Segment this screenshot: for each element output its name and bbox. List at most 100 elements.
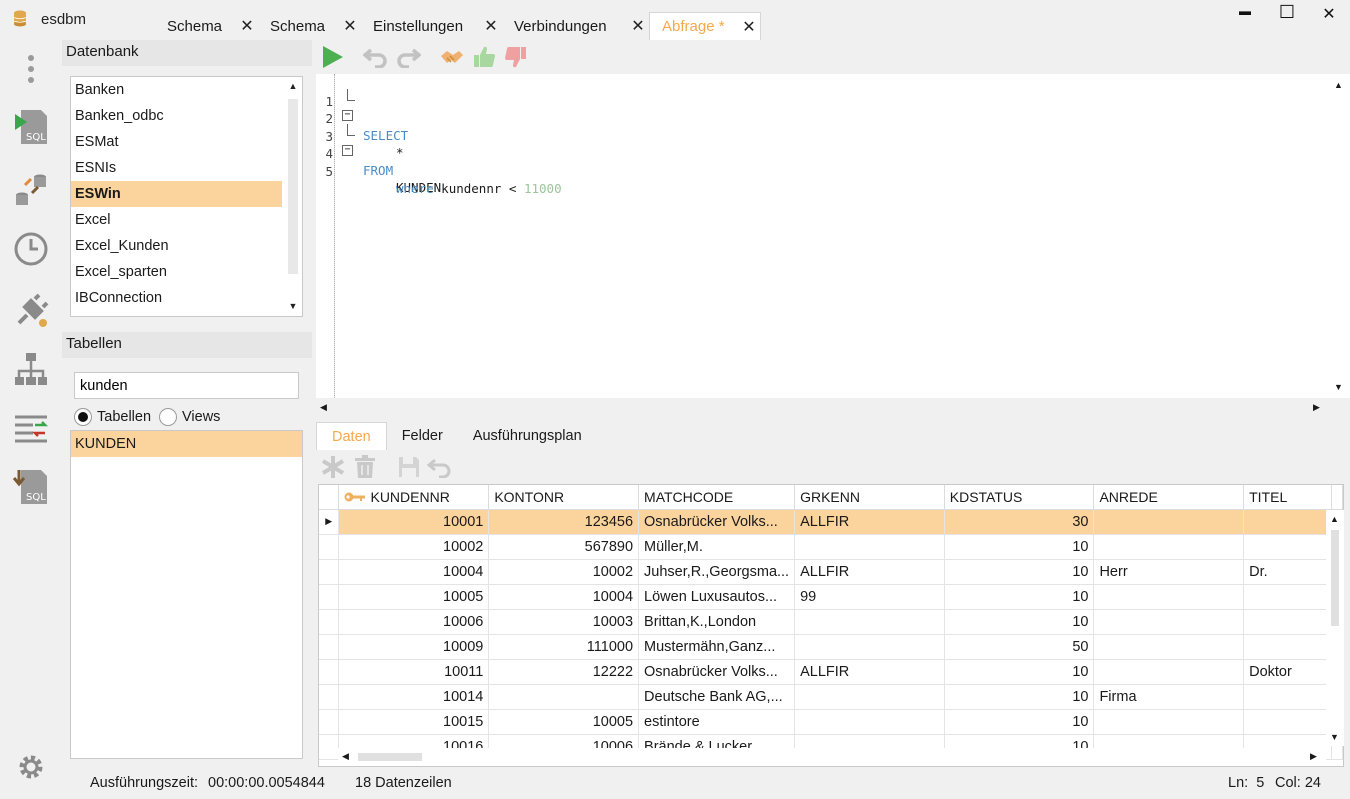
table-cell[interactable] [1093,659,1245,685]
maximize-button[interactable]: ☐ [1267,2,1307,26]
database-item[interactable]: ESMat [71,129,282,155]
table-cell[interactable]: ALLFIR [794,559,945,585]
table-cell[interactable]: Mustermähn,Ganz... [638,634,796,660]
close-icon[interactable]: ✕ [480,16,502,36]
table-cell[interactable]: Brittan,K.,London [638,609,796,635]
scroll-up-icon[interactable]: ▲ [287,81,299,93]
table-cell[interactable] [488,684,640,710]
editor-vertical-scrollbar[interactable]: ▲ ▼ [1330,74,1350,398]
column-header[interactable]: KUNDENNR [338,485,490,510]
database-item[interactable]: Excel_Kunden [71,233,282,259]
tab-schema-2[interactable]: Schema ✕ [258,12,361,40]
tab-einstellungen[interactable]: Einstellungen ✕ [361,12,502,40]
run-query-button[interactable] [318,44,346,70]
table-cell[interactable]: 123456 [488,509,640,535]
table-cell[interactable] [1243,534,1332,560]
redo-button[interactable] [394,44,422,70]
table-cell[interactable]: Deutsche Bank AG,... [638,684,796,710]
table-cell[interactable]: 10006 [338,609,490,635]
delete-row-icon[interactable] [351,454,379,480]
table-cell[interactable] [1093,534,1245,560]
scroll-left-icon[interactable]: ◀ [342,751,349,762]
table-cell[interactable] [1093,709,1245,735]
tab-felder[interactable]: Felder [387,422,458,450]
table-cell[interactable] [794,684,945,710]
scroll-up-icon[interactable]: ▲ [1334,80,1343,90]
handshake-icon[interactable] [438,44,466,70]
database-item[interactable]: IBConnection [71,285,282,311]
row-indicator[interactable] [319,659,340,685]
table-cell[interactable] [1093,509,1245,535]
table-cell[interactable]: Osnabrücker Volks... [638,509,796,535]
table-cell[interactable]: 111000 [488,634,640,660]
row-indicator[interactable] [319,609,340,635]
table-search-input[interactable] [74,372,299,399]
sql-editor[interactable]: 1 − SELECT 2 * 3 − FROM 4 KUNDEN 5 where… [316,74,1330,398]
column-header[interactable]: ANREDE [1093,485,1245,510]
table-cell[interactable]: 10 [944,709,1095,735]
table-item-kunden[interactable]: KUNDEN [71,431,302,457]
scroll-thumb[interactable] [288,99,298,274]
database-item[interactable]: ESNIs [71,155,282,181]
row-indicator[interactable] [319,584,340,610]
table-cell[interactable]: estintore [638,709,796,735]
thumbs-down-icon[interactable] [502,44,530,70]
table-row[interactable]: 10011 12222 Osnabrücker Volks... ALLFIR 10 Do… [319,659,1343,685]
clock-icon[interactable] [10,228,52,270]
table-cell[interactable]: 10014 [338,684,490,710]
grid-horizontal-scrollbar[interactable]: ◀ ▶ [338,748,1326,766]
table-cell[interactable]: 30 [944,509,1095,535]
table-cell[interactable] [1093,609,1245,635]
row-indicator[interactable] [319,709,340,735]
table-cell[interactable]: 50 [944,634,1095,660]
database-item[interactable]: Excel_sparten [71,259,282,285]
table-cell[interactable]: Herr [1093,559,1245,585]
table-row[interactable]: 10005 10004 Löwen Luxusautos... 99 10 [319,584,1343,610]
table-cell[interactable]: ALLFIR [794,509,945,535]
table-cell[interactable] [1243,634,1332,660]
table-cell[interactable]: ALLFIR [794,659,945,685]
table-cell[interactable]: 10011 [338,659,490,685]
add-row-icon[interactable] [319,454,347,480]
row-indicator[interactable] [319,634,340,660]
table-cell[interactable] [1243,509,1332,535]
row-indicator[interactable] [319,734,340,760]
tab-ausfuehrungsplan[interactable]: Ausführungsplan [458,422,597,450]
table-cell[interactable] [1093,634,1245,660]
table-cell[interactable] [794,609,945,635]
table-cell[interactable]: Doktor [1243,659,1332,685]
table-cell[interactable]: Löwen Luxusautos... [638,584,796,610]
row-indicator[interactable] [319,534,340,560]
compare-icon[interactable] [10,408,52,450]
scroll-right-icon[interactable]: ▶ [1310,751,1317,762]
column-header[interactable]: TITEL [1243,485,1332,510]
table-cell[interactable]: 10015 [338,709,490,735]
table-cell[interactable] [794,634,945,660]
table-row[interactable]: 10002 567890 Müller,M. 10 [319,534,1343,560]
close-icon[interactable]: ✕ [627,16,649,36]
database-list[interactable]: Banken Banken_odbc ESMat ESNIs ESWin Excel Exc… [70,76,303,317]
close-icon[interactable]: ✕ [339,16,361,36]
result-grid[interactable]: KUNDENNR KONTONR MATCHCODE GRKENN KDSTATUS AN… [318,484,1344,767]
table-cell[interactable]: 12222 [488,659,640,685]
grid-vertical-scrollbar[interactable]: ▲ ▼ [1326,510,1344,746]
sql-run-icon[interactable]: SQL [10,106,52,148]
tab-abfrage[interactable]: Abfrage * ✕ [649,12,761,40]
table-cell[interactable]: Firma [1093,684,1245,710]
table-cell[interactable]: 10 [944,534,1095,560]
row-indicator[interactable] [319,684,340,710]
scroll-thumb[interactable] [358,753,422,761]
scroll-down-icon[interactable]: ▼ [1330,732,1339,742]
row-indicator[interactable] [319,559,340,585]
radio-tables[interactable] [74,408,92,426]
close-icon[interactable]: ✕ [738,17,760,37]
scroll-up-icon[interactable]: ▲ [1330,514,1339,524]
scroll-right-icon[interactable]: ▶ [1313,402,1320,413]
table-list[interactable]: KUNDEN [70,430,303,759]
sql-import-icon[interactable]: SQL [10,466,52,508]
window-close-button[interactable]: ✕ [1309,4,1349,28]
table-cell[interactable]: 10005 [488,709,640,735]
radio-views[interactable] [159,408,178,426]
table-cell[interactable]: 10004 [338,559,490,585]
database-item[interactable]: Banken_odbc [71,103,282,129]
